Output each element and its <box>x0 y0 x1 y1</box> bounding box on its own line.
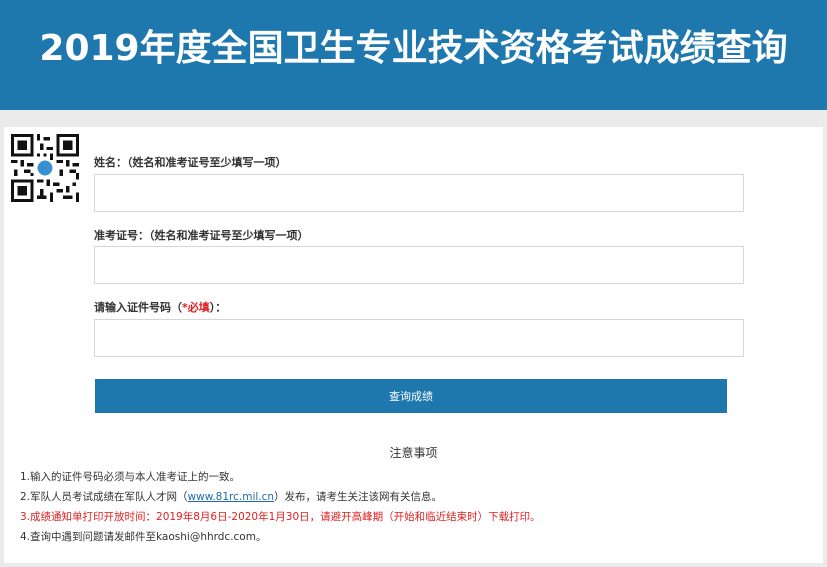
notice-item-4: 4.查询中遇到问题请发邮件至kaoshi@hhrdc.com。 <box>20 531 267 543</box>
page-title: 2019年度全国卫生专业技术资格考试成绩查询 <box>39 28 788 69</box>
id-label-prefix: 请输入证件号码（ <box>94 301 182 314</box>
notice-title: 注意事项 <box>389 446 438 460</box>
notice-item-1: 1.输入的证件号码必须与本人准考证上的一致。 <box>20 471 241 483</box>
name-input[interactable] <box>94 174 744 212</box>
required-mark: *必填 <box>182 301 210 314</box>
ticket-number-input[interactable] <box>94 246 744 284</box>
id-label-suffix: ）： <box>209 301 227 314</box>
notice-item-2-suffix: ）发布，请考生关注该网有关信息。 <box>274 491 443 503</box>
id-number-label: 请输入证件号码（*必填）： <box>94 299 226 315</box>
qr-code-icon <box>11 134 79 202</box>
id-number-input[interactable] <box>94 319 744 357</box>
query-button[interactable]: 查询成绩 <box>95 379 727 413</box>
notice-item-3: 3.成绩通知单打印开放时间：2019年8月6日-2020年1月30日，请避开高峰… <box>20 511 541 523</box>
military-talent-link[interactable]: www.81rc.mil.cn <box>188 491 275 503</box>
page-header: 2019年度全国卫生专业技术资格考试成绩查询 <box>0 0 827 110</box>
notice-list: 1.输入的证件号码必须与本人准考证上的一致。 2.军队人员考试成绩在军队人才网（… <box>20 467 541 547</box>
ticket-number-label: 准考证号：（姓名和准考证号至少填写一项） <box>94 229 309 242</box>
notice-item-2-prefix: 2.军队人员考试成绩在军队人才网（ <box>20 491 188 503</box>
query-panel: 姓名：（姓名和准考证号至少填写一项） 准考证号：（姓名和准考证号至少填写一项） … <box>4 127 823 563</box>
notice-item-2: 2.军队人员考试成绩在军队人才网（www.81rc.mil.cn）发布，请考生关… <box>20 487 541 507</box>
name-label: 姓名：（姓名和准考证号至少填写一项） <box>94 156 287 169</box>
